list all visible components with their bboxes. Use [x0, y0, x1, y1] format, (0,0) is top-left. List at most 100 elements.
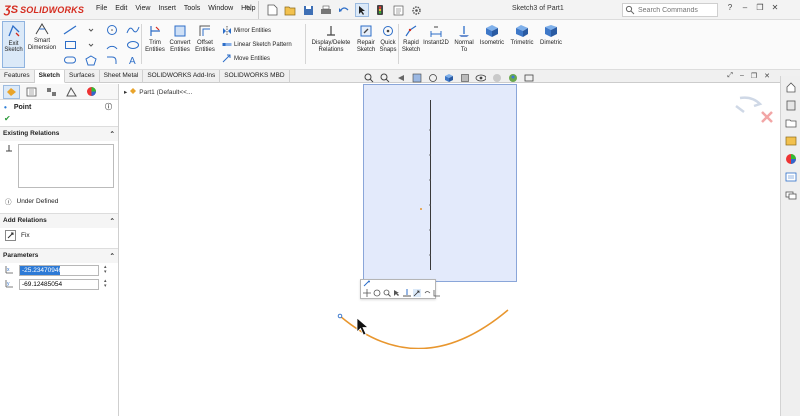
instant2d-button[interactable]: Instant2D: [421, 24, 451, 47]
print-icon[interactable]: [319, 3, 333, 17]
trimetric-button[interactable]: Trimetric: [507, 24, 537, 47]
hide-show-items-icon[interactable]: [475, 72, 486, 83]
save-icon[interactable]: [301, 3, 315, 17]
tab-surfaces[interactable]: Surfaces: [65, 70, 100, 83]
ctx-undo-icon[interactable]: [423, 289, 431, 297]
collapse-chevron-icon[interactable]: ⌃: [110, 217, 115, 225]
viewport-minimize-icon[interactable]: –: [740, 72, 744, 80]
edit-appearance-icon[interactable]: [491, 72, 502, 83]
open-folder-icon[interactable]: [283, 3, 297, 17]
menu-tools[interactable]: Tools: [180, 5, 204, 12]
origin-point[interactable]: [419, 207, 423, 211]
fix-relation-button[interactable]: Fix: [0, 228, 118, 242]
viewport-close-icon[interactable]: ✕: [764, 72, 770, 80]
line-dropdown-icon[interactable]: [81, 23, 101, 37]
minimize-icon[interactable]: –: [740, 3, 750, 12]
expand-arrow-icon[interactable]: ▸: [124, 88, 127, 96]
search-box[interactable]: [622, 3, 718, 17]
quick-snaps-button[interactable]: Quick Snaps: [377, 24, 399, 53]
custom-properties-icon[interactable]: [784, 170, 798, 184]
file-properties-icon[interactable]: [391, 3, 405, 17]
exit-sketch-button[interactable]: Exit Sketch: [2, 21, 25, 68]
viewport-expand-icon[interactable]: ⤢: [727, 72, 733, 80]
file-explorer-icon[interactable]: [784, 116, 798, 130]
ellipse-icon[interactable]: [123, 38, 143, 52]
dimetric-button[interactable]: Dimetric: [537, 24, 565, 47]
tab-features[interactable]: Features: [0, 70, 35, 83]
existing-relations-list[interactable]: [18, 144, 114, 188]
collapse-chevron-icon[interactable]: ⌃: [110, 252, 115, 260]
ctx-zoom-icon[interactable]: [383, 289, 391, 297]
ctx-select-icon[interactable]: [393, 289, 401, 297]
rebuild-icon[interactable]: [373, 3, 387, 17]
close-icon[interactable]: ✕: [770, 3, 780, 12]
isometric-button[interactable]: Isometric: [477, 24, 507, 47]
tab-sheet-metal[interactable]: Sheet Metal: [100, 70, 144, 83]
sketch-plane[interactable]: [363, 84, 517, 282]
menu-edit[interactable]: Edit: [111, 5, 131, 12]
move-entities-button[interactable]: Move Entities: [222, 52, 312, 66]
offset-entities-button[interactable]: Offset Entities: [193, 24, 217, 53]
zoom-to-fit-icon[interactable]: [363, 72, 374, 83]
graphics-area[interactable]: ▸ Part1 (Default<<... ⤢ – ❐ ✕: [120, 72, 800, 416]
view-orientation-icon[interactable]: [443, 72, 454, 83]
tab-solidworks-add-ins[interactable]: SOLIDWORKS Add-Ins: [143, 70, 221, 83]
ctx-normal-to-icon[interactable]: [403, 289, 411, 297]
fillet-icon[interactable]: [102, 53, 122, 67]
rectangle-icon[interactable]: [60, 38, 80, 52]
help-icon[interactable]: ⓘ: [105, 102, 112, 112]
menu-window[interactable]: Window: [204, 5, 237, 12]
linear-sketch-pattern-button[interactable]: Linear Sketch Pattern: [222, 38, 312, 52]
viewport-restore-icon[interactable]: ❐: [751, 72, 757, 80]
arc-icon[interactable]: [102, 38, 122, 52]
feature-manager-icon[interactable]: [3, 84, 20, 99]
view-palette-icon[interactable]: [784, 134, 798, 148]
smart-dimension-button[interactable]: Smart Dimension: [27, 22, 57, 51]
slot-icon[interactable]: [60, 53, 80, 67]
rectangle-dropdown-icon[interactable]: [81, 38, 101, 52]
ctx-fix-icon[interactable]: [413, 289, 421, 297]
feature-tree-flyout[interactable]: ▸ Part1 (Default<<...: [124, 87, 192, 97]
existing-relations-header[interactable]: Existing Relations ⌃: [0, 126, 118, 141]
previous-view-icon[interactable]: [395, 72, 406, 83]
mirror-entities-button[interactable]: Mirror Entities: [222, 24, 312, 38]
dimxpert-manager-icon[interactable]: [63, 85, 80, 99]
rapid-sketch-button[interactable]: Rapid Sketch: [400, 24, 422, 53]
menu-insert[interactable]: Insert: [154, 5, 180, 12]
solidworks-forum-icon[interactable]: [784, 188, 798, 202]
confirm-cancel-icon[interactable]: [761, 111, 773, 123]
y-coordinate-input[interactable]: [19, 278, 99, 290]
repair-sketch-button[interactable]: Repair Sketch: [354, 24, 378, 53]
ok-checkmark-icon[interactable]: ✔: [0, 114, 118, 126]
x-coordinate-input[interactable]: [19, 264, 99, 276]
view-settings-icon[interactable]: [523, 72, 534, 83]
line-icon[interactable]: [60, 23, 80, 37]
y-spinner-icon[interactable]: ▴ ▾: [104, 279, 107, 289]
polygon-icon[interactable]: [81, 53, 101, 67]
menu-file[interactable]: File: [92, 5, 111, 12]
confirm-ok-icon[interactable]: [735, 96, 763, 113]
tab-solidworks-mbd[interactable]: SOLIDWORKS MBD: [220, 70, 290, 83]
display-style-icon[interactable]: [459, 72, 470, 83]
collapse-chevron-icon[interactable]: ⌃: [110, 130, 115, 138]
new-document-icon[interactable]: [265, 3, 279, 17]
help-question-icon[interactable]: ?: [725, 3, 735, 12]
ctx-rotate-icon[interactable]: [373, 289, 381, 297]
select-icon[interactable]: [355, 3, 369, 17]
apply-scene-icon[interactable]: [507, 72, 518, 83]
tab-sketch[interactable]: Sketch: [34, 70, 65, 83]
x-spinner-icon[interactable]: ▴ ▾: [104, 265, 107, 275]
section-view-icon[interactable]: [411, 72, 422, 83]
display-delete-relations-button[interactable]: Display/Delete Relations: [308, 24, 354, 53]
undo-icon[interactable]: [337, 3, 351, 17]
add-relations-header[interactable]: Add Relations ⌃: [0, 213, 118, 228]
restore-icon[interactable]: ❐: [755, 3, 765, 12]
solidworks-resources-icon[interactable]: [784, 80, 798, 94]
configuration-manager-icon[interactable]: [43, 85, 60, 99]
solidworks-logo[interactable]: ƷS SOLIDWORKS: [4, 3, 84, 17]
ctx-pan-icon[interactable]: [363, 289, 371, 297]
circle-icon[interactable]: [102, 23, 122, 37]
design-library-icon[interactable]: [784, 98, 798, 112]
display-manager-icon[interactable]: [83, 85, 100, 99]
property-manager-icon[interactable]: [23, 85, 40, 99]
